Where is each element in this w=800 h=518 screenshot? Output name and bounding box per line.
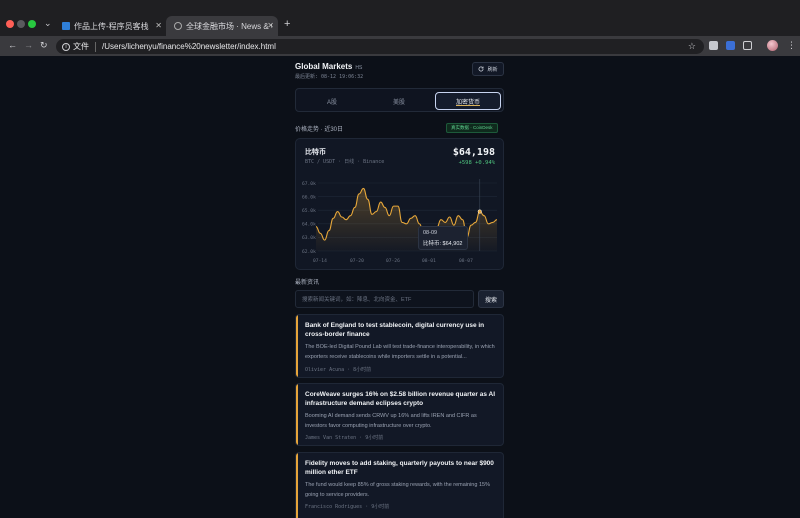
news-card[interactable]: Fidelity moves to add staking, quarterly… — [295, 452, 504, 518]
window-maximize-button[interactable] — [28, 20, 36, 28]
page-title: Global Markets HS — [295, 62, 362, 71]
forward-arrow-icon[interactable]: → — [24, 40, 33, 50]
news-meta: Francisco Rodrigues · 9小时前 — [305, 504, 390, 510]
news-meta: Olivier Acuna · 8小时前 — [305, 367, 372, 373]
refresh-button[interactable]: 刷新 — [472, 62, 504, 76]
back-arrow-icon[interactable]: ← — [8, 40, 17, 50]
extensions-puzzle-icon[interactable] — [743, 41, 752, 50]
asset-pair: BTC / USDT · 日线 · Binance — [305, 159, 385, 165]
address-bar[interactable]: i 文件 /Users/lichenyu/finance%20newslette… — [56, 39, 704, 54]
globe-icon — [174, 22, 182, 30]
news-section-label: 最新资讯 — [295, 280, 320, 286]
asset-name: 比特币 — [305, 149, 326, 156]
new-tab-plus-icon[interactable]: + — [284, 18, 290, 30]
title-badge: HS — [355, 65, 363, 71]
page-title-text: Global Markets — [295, 62, 353, 71]
browser-tab-title: 作品上传-程序员客栈 — [74, 21, 149, 31]
last-updated-text: 最后更新: 08-12 19:06:32 — [295, 74, 364, 80]
tab-a-shares[interactable]: A股 — [299, 92, 365, 110]
news-card[interactable]: CoreWeave surges 16% on $2.58 billion re… — [295, 383, 504, 446]
news-description: The fund would keep 85% of gross staking… — [305, 482, 490, 498]
browser-tab-1[interactable]: 作品上传-程序员客栈 ✕ — [56, 16, 166, 36]
x-tick-label: 08-01 — [422, 258, 436, 264]
tooltip-value: 比特币: $64,902 — [423, 241, 463, 247]
refresh-label: 刷新 — [487, 66, 498, 73]
y-tick-label: 67.0k — [302, 181, 316, 187]
price-chart[interactable]: 67.0k 66.0k 65.0k 64.0k 63.0k 62.0k 07-14 07-20… — [296, 173, 505, 271]
tooltip-date: 08-09 — [423, 230, 438, 236]
tab-close-icon[interactable]: ✕ — [155, 21, 162, 30]
y-tick-label: 64.0k — [302, 222, 316, 228]
news-title[interactable]: CoreWeave surges 16% on $2.58 billion re… — [305, 390, 500, 408]
news-title[interactable]: Fidelity moves to add staking, quarterly… — [305, 459, 500, 477]
tab-close-icon[interactable]: ✕ — [267, 21, 274, 30]
y-tick-label: 66.0k — [302, 194, 316, 200]
news-meta: James Van Straten · 9小时前 — [305, 435, 384, 441]
news-title[interactable]: Bank of England to test stablecoin, digi… — [305, 321, 500, 339]
news-description: Booming AI demand sends CRWV up 16% and … — [305, 413, 477, 429]
price-chart-card: 比特币 BTC / USDT · 日线 · Binance $64,198 +5… — [295, 138, 504, 270]
browser-tab-strip: ⌄ 作品上传-程序员客栈 ✕ 全球金融市场 · News & Charts ✕ … — [0, 0, 800, 36]
window-close-button[interactable] — [6, 20, 14, 28]
hover-point — [477, 209, 482, 214]
market-segment-control: A股 美股 加密货币 — [295, 88, 504, 112]
price-section-label: 价格走势 · 近30日 — [295, 127, 344, 133]
page-viewport: Global Markets HS 最后更新: 08-12 19:06:32 刷新… — [0, 56, 800, 518]
bookmark-star-icon[interactable]: ☆ — [688, 41, 696, 52]
site-info-icon[interactable]: i — [62, 42, 70, 51]
news-search-input[interactable]: 搜索新闻关键词，如：降息、北向资金、ETF — [295, 290, 474, 308]
address-divider — [95, 41, 96, 52]
window-minimize-button[interactable] — [17, 20, 25, 28]
chart-tooltip: 08-09 比特币: $64,902 — [418, 226, 468, 250]
address-scheme-label: 文件 — [73, 42, 89, 51]
y-tick-label: 65.0k — [302, 208, 316, 214]
search-button[interactable]: 搜索 — [478, 290, 504, 308]
tab-search-chevron-icon[interactable]: ⌄ — [44, 18, 52, 29]
refresh-icon — [479, 66, 484, 72]
browser-tab-title: 全球金融市场 · News & Charts — [186, 21, 272, 31]
x-tick-label: 07-14 — [313, 258, 327, 264]
extension-icon[interactable] — [709, 41, 718, 50]
x-tick-label: 07-26 — [386, 258, 400, 264]
news-card[interactable]: Bank of England to test stablecoin, digi… — [295, 314, 504, 378]
more-menu-icon[interactable]: ⋮ — [787, 40, 796, 51]
site-favicon-icon — [62, 22, 70, 30]
tab-us-stocks[interactable]: 美股 — [366, 92, 432, 110]
y-tick-label: 63.0k — [302, 235, 316, 241]
x-tick-label: 08-07 — [459, 258, 473, 264]
reload-icon[interactable]: ↻ — [40, 40, 48, 51]
data-source-badge: 真实数据 · CoinDesk — [446, 123, 498, 133]
price-area — [316, 188, 497, 251]
profile-avatar[interactable] — [767, 40, 778, 51]
news-description: The BOE-led Digital Pound Lab will test … — [305, 344, 495, 360]
extension-shield-icon[interactable] — [726, 41, 735, 50]
x-tick-label: 07-20 — [350, 258, 364, 264]
asset-change: +598 +0.94% — [458, 160, 495, 166]
y-tick-label: 62.0k — [302, 249, 316, 255]
browser-tab-2-active[interactable]: 全球金融市场 · News & Charts ✕ — [166, 16, 278, 36]
tab-crypto[interactable]: 加密货币 — [435, 92, 501, 110]
asset-price: $64,198 — [452, 147, 495, 158]
address-url[interactable]: /Users/lichenyu/finance%20newsletter/ind… — [102, 42, 276, 51]
browser-toolbar: ← → ↻ i 文件 /Users/lichenyu/finance%20new… — [0, 36, 800, 56]
